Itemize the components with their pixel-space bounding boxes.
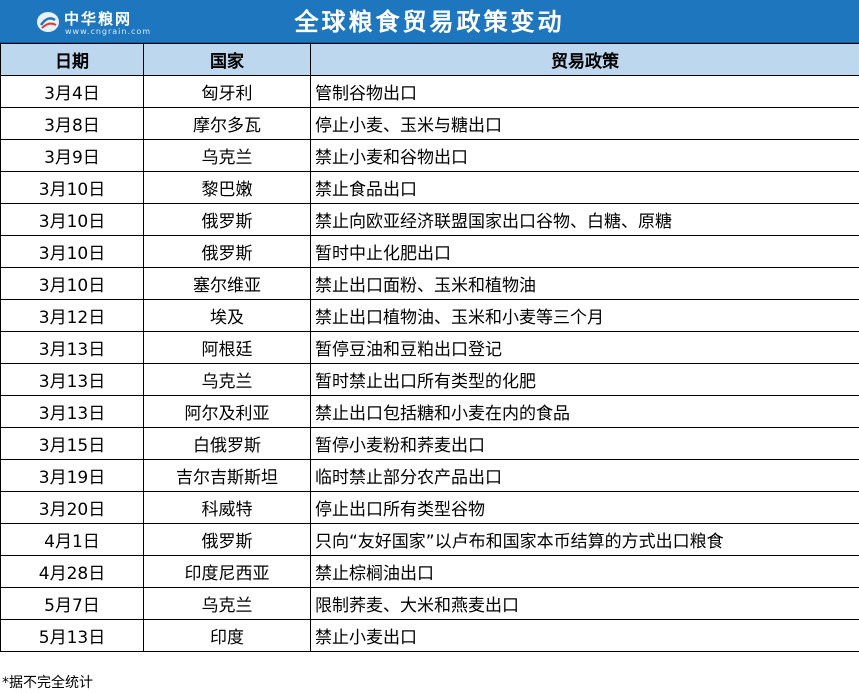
table-row: 3月13日 阿根廷 暂停豆油和豆粕出口登记 xyxy=(0,331,859,364)
country-cell: 匈牙利 xyxy=(143,75,311,108)
policy-cell: 禁止出口包括糖和小麦在内的食品 xyxy=(310,395,859,428)
country-cell: 吉尔吉斯斯坦 xyxy=(143,459,311,492)
table-row: 3月13日 乌克兰 暂时禁止出口所有类型的化肥 xyxy=(0,363,859,396)
policy-cell: 只向“友好国家”以卢布和国家本币结算的方式出口粮食 xyxy=(310,523,859,556)
column-header-policy: 贸易政策 xyxy=(310,43,859,76)
policy-cell: 限制荞麦、大米和燕麦出口 xyxy=(310,587,859,620)
policy-cell: 停止小麦、玉米与糖出口 xyxy=(310,107,859,140)
date-cell: 3月13日 xyxy=(0,331,144,364)
policy-cell: 禁止小麦出口 xyxy=(310,619,859,652)
table-row: 3月9日 乌克兰 禁止小麦和谷物出口 xyxy=(0,139,859,172)
table-row: 3月10日 塞尔维亚 禁止出口面粉、玉米和植物油 xyxy=(0,267,859,300)
table-row: 3月12日 埃及 禁止出口植物油、玉米和小麦等三个月 xyxy=(0,299,859,332)
table-row: 3月20日 科威特 停止出口所有类型谷物 xyxy=(0,491,859,524)
policy-cell: 暂时禁止出口所有类型的化肥 xyxy=(310,363,859,396)
table-row: 3月10日 俄罗斯 禁止向欧亚经济联盟国家出口谷物、白糖、原糖 xyxy=(0,203,859,236)
date-cell: 3月10日 xyxy=(0,171,144,204)
country-cell: 摩尔多瓦 xyxy=(143,107,311,140)
country-cell: 乌克兰 xyxy=(143,363,311,396)
date-cell: 3月10日 xyxy=(0,235,144,268)
column-header-country: 国家 xyxy=(143,43,311,76)
table-row: 5月7日 乌克兰 限制荞麦、大米和燕麦出口 xyxy=(0,587,859,620)
date-cell: 4月1日 xyxy=(0,523,144,556)
date-cell: 3月10日 xyxy=(0,203,144,236)
policy-cell: 禁止出口植物油、玉米和小麦等三个月 xyxy=(310,299,859,332)
country-cell: 俄罗斯 xyxy=(143,203,311,236)
table-row: 3月10日 黎巴嫩 禁止食品出口 xyxy=(0,171,859,204)
country-cell: 印度尼西亚 xyxy=(143,555,311,588)
country-cell: 阿尔及利亚 xyxy=(143,395,311,428)
policy-cell: 禁止向欧亚经济联盟国家出口谷物、白糖、原糖 xyxy=(310,203,859,236)
date-cell: 3月15日 xyxy=(0,427,144,460)
table-body: 3月4日 匈牙利 管制谷物出口 3月8日 摩尔多瓦 停止小麦、玉米与糖出口 3月9日 乌克兰禁… xyxy=(0,75,859,652)
country-cell: 阿根廷 xyxy=(143,331,311,364)
date-cell: 3月19日 xyxy=(0,459,144,492)
column-header-date: 日期 xyxy=(0,43,144,76)
table-row: 3月15日 白俄罗斯 暂停小麦粉和荞麦出口 xyxy=(0,427,859,460)
country-cell: 塞尔维亚 xyxy=(143,267,311,300)
date-cell: 4月28日 xyxy=(0,555,144,588)
policy-cell: 暂停豆油和豆粕出口登记 xyxy=(310,331,859,364)
date-cell: 3月12日 xyxy=(0,299,144,332)
date-cell: 3月9日 xyxy=(0,139,144,172)
policy-cell: 禁止食品出口 xyxy=(310,171,859,204)
policy-cell: 禁止出口面粉、玉米和植物油 xyxy=(310,267,859,300)
table-row: 3月13日 阿尔及利亚 禁止出口包括糖和小麦在内的食品 xyxy=(0,395,859,428)
policy-cell: 暂停小麦粉和荞麦出口 xyxy=(310,427,859,460)
country-cell: 埃及 xyxy=(143,299,311,332)
title-bar: 中华粮网 www.cngrain.com 全球粮食贸易政策变动 xyxy=(0,0,859,43)
country-cell: 白俄罗斯 xyxy=(143,427,311,460)
policy-table: 日期 国家 贸易政策 3月4日 匈牙利 管制谷物出口 3月8日 摩尔多瓦 停止小麦、玉米与… xyxy=(0,43,859,652)
table-row: 3月8日 摩尔多瓦 停止小麦、玉米与糖出口 xyxy=(0,107,859,140)
policy-cell: 管制谷物出口 xyxy=(310,75,859,108)
policy-cell: 停止出口所有类型谷物 xyxy=(310,491,859,524)
policy-cell: 暂时中止化肥出口 xyxy=(310,235,859,268)
date-cell: 3月8日 xyxy=(0,107,144,140)
date-cell: 3月13日 xyxy=(0,363,144,396)
date-cell: 5月7日 xyxy=(0,587,144,620)
table-row: 4月28日 印度尼西亚 禁止棕榈油出口 xyxy=(0,555,859,588)
date-cell: 3月20日 xyxy=(0,491,144,524)
country-cell: 黎巴嫩 xyxy=(143,171,311,204)
table-row: 3月4日 匈牙利 管制谷物出口 xyxy=(0,75,859,108)
policy-cell: 临时禁止部分农产品出口 xyxy=(310,459,859,492)
table-header-row: 日期 国家 贸易政策 xyxy=(0,43,859,76)
policy-cell: 禁止棕榈油出口 xyxy=(310,555,859,588)
country-cell: 俄罗斯 xyxy=(143,523,311,556)
country-cell: 印度 xyxy=(143,619,311,652)
country-cell: 科威特 xyxy=(143,491,311,524)
table-row: 3月10日 俄罗斯 暂时中止化肥出口 xyxy=(0,235,859,268)
footnote: *据不完全统计 xyxy=(2,675,93,691)
date-cell: 5月13日 xyxy=(0,619,144,652)
date-cell: 3月10日 xyxy=(0,267,144,300)
date-cell: 3月4日 xyxy=(0,75,144,108)
country-cell: 俄罗斯 xyxy=(143,235,311,268)
table-row: 4月1日 俄罗斯 只向“友好国家”以卢布和国家本币结算的方式出口粮食 xyxy=(0,523,859,556)
policy-cell: 禁止小麦和谷物出口 xyxy=(310,139,859,172)
country-cell: 乌克兰 xyxy=(143,587,311,620)
page-title: 全球粮食贸易政策变动 xyxy=(294,7,565,36)
table-row: 3月19日 吉尔吉斯斯坦 临时禁止部分农产品出口 xyxy=(0,459,859,492)
page: 中华粮网 www.cngrain.com 全球粮食贸易政策变动 日期 国家 贸易… xyxy=(0,0,859,693)
date-cell: 3月13日 xyxy=(0,395,144,428)
table-row: 5月13日 印度 禁止小麦出口 xyxy=(0,619,859,652)
country-cell: 乌克兰 xyxy=(143,139,311,172)
